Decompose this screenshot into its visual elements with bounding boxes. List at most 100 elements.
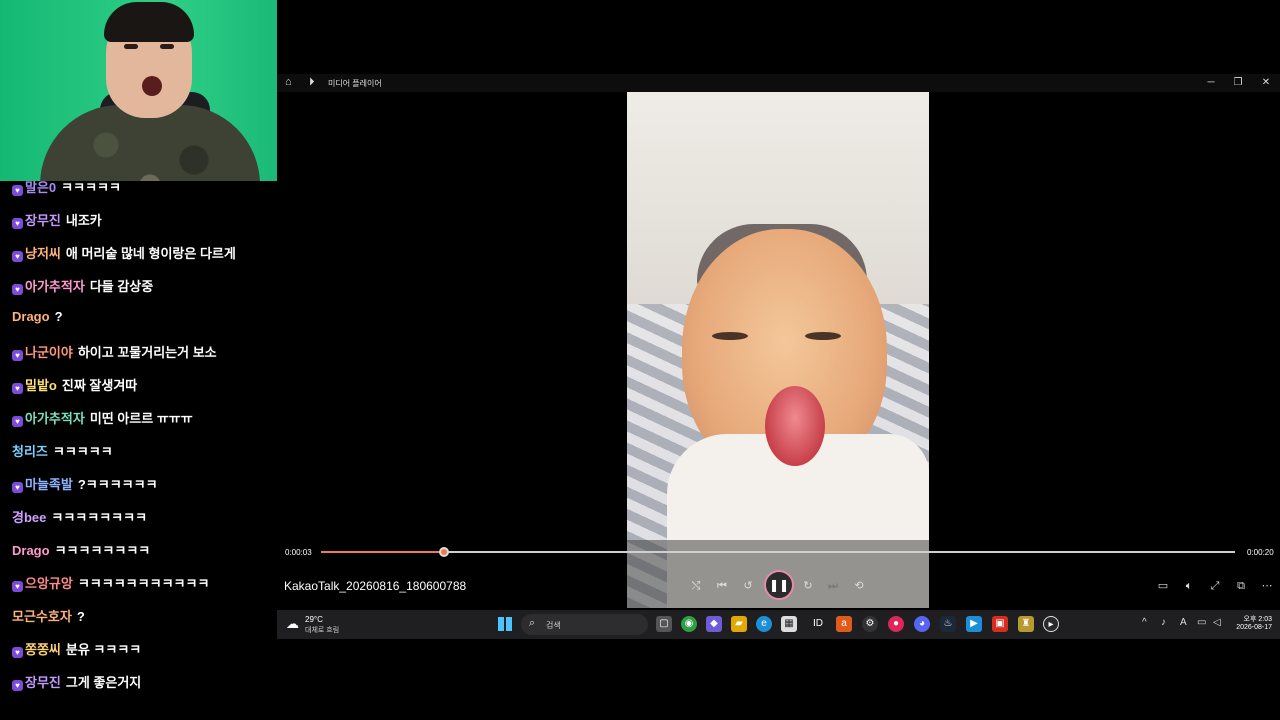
- chat-text: ㅋㅋㅋㅋㅋㅋㅋㅋ: [54, 543, 151, 558]
- chat-message: ♥ 아가추적자 다들 감상중: [12, 276, 153, 295]
- subtitles-icon[interactable]: ▭: [1153, 576, 1173, 596]
- chat-nickname[interactable]: 청리즈: [12, 444, 48, 459]
- baby-eye: [712, 332, 748, 340]
- chat-message: ♥ 마늘족발 ?ㅋㅋㅋㅋㅋㅋ: [12, 474, 158, 493]
- chat-message: ♥ 장무진 내조카: [12, 210, 102, 229]
- chat-nickname[interactable]: 장무진: [25, 213, 61, 228]
- heart-badge-icon: ♥: [12, 482, 23, 493]
- baby-mouth: [765, 386, 825, 466]
- obs-icon[interactable]: ●: [888, 616, 904, 632]
- rewind-10-icon[interactable]: ↺: [738, 576, 758, 596]
- taskbar-search[interactable]: ⌕ 검색: [521, 614, 648, 635]
- seek-track[interactable]: [321, 551, 1235, 553]
- chat-nickname[interactable]: 밀밭o: [25, 378, 57, 393]
- forward-30-icon[interactable]: ↻: [798, 576, 818, 596]
- chat-nickname[interactable]: Drago: [12, 309, 50, 324]
- repeat-off-icon[interactable]: ⟲: [849, 576, 869, 596]
- minimize-button[interactable]: ─: [1205, 77, 1217, 88]
- chat-message: ♥ 쫑쫑씨 분유 ㅋㅋㅋㅋ: [12, 639, 141, 658]
- chat-nickname[interactable]: 쫑쫑씨: [25, 642, 61, 657]
- window-title: 미디어 플레이어: [328, 79, 382, 88]
- start-button[interactable]: [498, 617, 512, 631]
- media-player-taskbar-icon[interactable]: ▸: [1043, 616, 1059, 632]
- heart-badge-icon: ♥: [12, 581, 23, 592]
- steam-icon[interactable]: ♨: [940, 616, 956, 632]
- streamer-hair: [104, 2, 194, 42]
- chat-nickname[interactable]: 으앙규앙: [25, 576, 73, 591]
- heart-badge-icon: ♥: [12, 383, 23, 394]
- app-icon[interactable]: ▶: [966, 616, 982, 632]
- previous-icon[interactable]: ⏮: [712, 576, 732, 596]
- chat-nickname[interactable]: Drago: [12, 543, 50, 558]
- chat-message: ♥ 나군이야 하이고 꼬물거리는거 보소: [12, 342, 217, 361]
- input-method-icon[interactable]: A: [1180, 617, 1187, 628]
- home-icon[interactable]: ⌂: [285, 76, 292, 88]
- chat-nickname[interactable]: 냥저씨: [25, 246, 61, 261]
- chat-nickname[interactable]: 아가추적자: [25, 411, 85, 426]
- task-view-icon[interactable]: ▢: [656, 616, 672, 632]
- chat-message: ♥ 아가추적자 미띤 아르르 ㅠㅠㅠ: [12, 408, 193, 427]
- chat-nickname[interactable]: 모근수호자: [12, 609, 72, 624]
- microphone-icon[interactable]: ♪: [1161, 617, 1166, 628]
- heart-badge-icon: ♥: [12, 680, 23, 691]
- heart-badge-icon: ♥: [12, 185, 23, 196]
- heart-badge-icon: ♥: [12, 416, 23, 427]
- chat-nickname[interactable]: 나군이야: [25, 345, 73, 360]
- fullscreen-icon[interactable]: ⤢: [1205, 576, 1225, 596]
- taskbar-clock[interactable]: 오후 2:03 2026-08-17: [1232, 614, 1272, 631]
- chat-text: 내조카: [65, 213, 102, 228]
- heart-badge-icon: ♥: [12, 284, 23, 295]
- speaker-icon[interactable]: ◁: [1213, 617, 1221, 628]
- chat-message: ♥ 말은0 ㅋㅋㅋㅋㅋ: [12, 181, 121, 196]
- next-icon[interactable]: ⏭: [823, 576, 843, 596]
- video-frame[interactable]: [627, 74, 929, 608]
- seek-handle[interactable]: [439, 547, 449, 557]
- app-icon[interactable]: ♜: [1018, 616, 1034, 632]
- chat-message: ♥ 으앙규앙 ㅋㅋㅋㅋㅋㅋㅋㅋㅋㅋㅋ: [12, 573, 209, 592]
- chat-message: Drago ㅋㅋㅋㅋㅋㅋㅋㅋ: [12, 540, 150, 559]
- chat-message: Drago?: [12, 309, 63, 324]
- search-icon: ⌕: [529, 617, 536, 629]
- chat-nickname[interactable]: 아가추적자: [25, 279, 85, 294]
- volume-icon[interactable]: 🔈︎: [1179, 576, 1199, 596]
- windows-taskbar: ☁ 29°C 대체로 흐림 ⌕ 검색 ▢ ◉ ◆ ▰ e ▦ ID a ⚙ ● …: [277, 610, 1280, 639]
- cloudy-weather-icon[interactable]: ☁: [286, 616, 299, 632]
- chat-nickname[interactable]: 말은0: [25, 181, 56, 195]
- file-explorer-icon[interactable]: ▰: [731, 616, 747, 632]
- more-icon[interactable]: ⋯: [1257, 576, 1277, 596]
- close-button[interactable]: ✕: [1260, 77, 1272, 88]
- app-icon[interactable]: ID: [810, 616, 826, 632]
- chat-text: 미띤 아르르 ㅠㅠㅠ: [89, 411, 193, 426]
- discord-icon[interactable]: ◕: [914, 616, 930, 632]
- heart-badge-icon: ♥: [12, 251, 23, 262]
- weather-temperature[interactable]: 29°C: [305, 615, 323, 624]
- chat-text: ?: [76, 609, 85, 624]
- clock-date: 2026-08-17: [1236, 624, 1272, 631]
- streamer-eye: [160, 44, 174, 49]
- chat-panel: ♥ 말은0 ㅋㅋㅋㅋㅋ ♥ 장무진 내조카 ♥ 냥저씨 애 머리숱 많네 형이랑은 다르게 ♥ 아가…: [0, 181, 276, 720]
- restore-button[interactable]: ❐: [1232, 77, 1244, 88]
- baby-eye: [805, 332, 841, 340]
- store-icon[interactable]: ▦: [781, 616, 797, 632]
- seek-bar[interactable]: 0:00:03 0:00:20: [277, 544, 1280, 560]
- miniplayer-icon[interactable]: ⧉: [1231, 576, 1251, 596]
- weather-description[interactable]: 대체로 흐림: [305, 625, 339, 635]
- chevron-up-icon[interactable]: ^: [1142, 617, 1147, 628]
- app-icon[interactable]: a: [836, 616, 852, 632]
- app-icon[interactable]: ◆: [706, 616, 722, 632]
- chat-message: ♥ 장무진 그게 좋은거지: [12, 672, 141, 691]
- chrome-icon[interactable]: ◉: [681, 616, 697, 632]
- shuffle-icon[interactable]: ⤭: [686, 576, 706, 596]
- chat-nickname[interactable]: 마늘족발: [25, 477, 73, 492]
- streamer-mouth: [142, 76, 162, 96]
- chat-nickname[interactable]: 경bee: [12, 510, 46, 525]
- network-icon[interactable]: ▭: [1197, 617, 1206, 628]
- chat-nickname[interactable]: 장무진: [25, 675, 61, 690]
- edge-icon[interactable]: e: [756, 616, 772, 632]
- chat-message: 청리즈 ㅋㅋㅋㅋㅋ: [12, 441, 113, 460]
- pause-icon[interactable]: ❚❚: [764, 570, 794, 600]
- app-icon[interactable]: ▣: [992, 616, 1008, 632]
- chat-message: 경bee ㅋㅋㅋㅋㅋㅋㅋㅋ: [12, 507, 147, 526]
- app-icon[interactable]: ⚙: [862, 616, 878, 632]
- chat-text: 그게 좋은거지: [65, 675, 142, 690]
